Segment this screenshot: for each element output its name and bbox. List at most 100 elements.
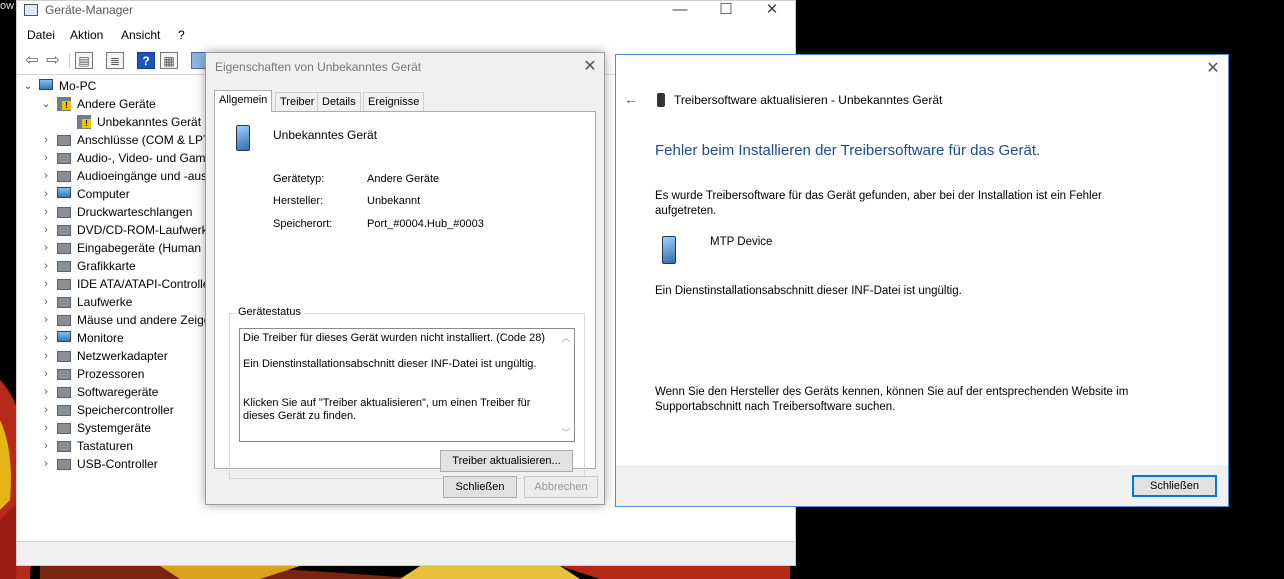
tree-row[interactable]: › Speichercontroller bbox=[41, 401, 217, 419]
chevron-right-icon[interactable]: › bbox=[41, 257, 51, 275]
chevron-right-icon[interactable]: › bbox=[41, 329, 51, 347]
device-manager-titlebar[interactable]: Geräte-Manager — ☐ ✕ bbox=[17, 1, 795, 23]
status-scrollbar[interactable]: ︿ ﹀ bbox=[559, 330, 573, 440]
scroll-down-icon[interactable]: ﹀ bbox=[559, 426, 573, 439]
display-adapter-icon bbox=[57, 261, 71, 272]
tree-row[interactable]: › Anschlüsse (COM & LPT) bbox=[41, 131, 217, 149]
update-driver-button[interactable]: Treiber aktualisieren... bbox=[440, 450, 573, 472]
forward-arrow-icon[interactable]: ⇨ bbox=[44, 52, 62, 69]
tree-row[interactable]: › Systemgeräte bbox=[41, 419, 217, 437]
tab-ereignisse[interactable]: Ereignisse bbox=[363, 92, 425, 111]
tree-row-label: Monitore bbox=[77, 331, 124, 345]
menu-ansicht[interactable]: Ansicht bbox=[121, 28, 160, 42]
scroll-up-icon[interactable]: ︿ bbox=[559, 331, 573, 344]
chevron-right-icon[interactable]: › bbox=[41, 185, 51, 203]
properties-close-icon[interactable]: ✕ bbox=[580, 57, 600, 77]
details-view-icon[interactable]: ▦ bbox=[160, 52, 178, 69]
tree-row[interactable]: › Audio-, Video- und Gamecontroller bbox=[41, 149, 217, 167]
back-arrow-icon[interactable]: ← bbox=[624, 91, 638, 107]
chevron-right-icon[interactable]: › bbox=[41, 167, 51, 185]
menu-datei[interactable]: Datei bbox=[27, 28, 55, 42]
maximize-button[interactable]: ☐ bbox=[703, 1, 749, 21]
chevron-right-icon[interactable]: › bbox=[41, 149, 51, 167]
chevron-right-icon[interactable]: › bbox=[41, 437, 51, 455]
general-tab-panel: Unbekanntes Gerät Gerätetyp: Andere Gerä… bbox=[214, 111, 596, 479]
status-line-1: Die Treiber für dieses Gerät wurden nich… bbox=[243, 332, 546, 344]
printer-icon bbox=[57, 207, 71, 218]
tree-row[interactable]: › DVD/CD-ROM-Laufwerke bbox=[41, 221, 217, 239]
wizard-title: Treibersoftware aktualisieren - Unbekann… bbox=[674, 93, 943, 107]
wizard-close-button[interactable]: Schließen bbox=[1132, 475, 1217, 497]
device-status-text[interactable]: Die Treiber für dieses Gerät wurden nich… bbox=[239, 328, 575, 442]
chevron-right-icon[interactable]: › bbox=[41, 455, 51, 473]
tree-row[interactable]: › Mäuse und andere Zeigegeräte bbox=[41, 311, 217, 329]
tab-details[interactable]: Details bbox=[317, 92, 361, 111]
chevron-right-icon[interactable]: › bbox=[41, 365, 51, 383]
tab-allgemein[interactable]: Allgemein bbox=[214, 90, 273, 112]
tree-row-label: Eingabegeräte (Human Interface Devices) bbox=[77, 241, 217, 255]
mtp-device-name: MTP Device bbox=[710, 236, 773, 248]
minimize-button[interactable]: — bbox=[657, 1, 703, 21]
chevron-down-icon[interactable]: ⌄ bbox=[23, 77, 33, 95]
computer-icon bbox=[39, 79, 53, 90]
location-value: Port_#0004.Hub_#0003 bbox=[367, 218, 484, 230]
tree-row[interactable]: ⌄ Mo-PC bbox=[23, 77, 217, 95]
properties-dialog[interactable]: Eigenschaften von Unbekanntes Gerät ✕ Al… bbox=[205, 52, 605, 505]
tree-row[interactable]: › Audioeingänge und -ausgänge bbox=[41, 167, 217, 185]
chevron-right-icon[interactable]: › bbox=[41, 311, 51, 329]
back-arrow-icon[interactable]: ⇦ bbox=[23, 52, 41, 69]
tree-row[interactable]: › Monitore bbox=[41, 329, 217, 347]
close-window-button[interactable]: ✕ bbox=[749, 1, 795, 21]
chevron-down-icon[interactable]: ⌄ bbox=[41, 95, 51, 113]
menu-aktion[interactable]: Aktion bbox=[70, 28, 103, 42]
chevron-right-icon[interactable]: › bbox=[41, 239, 51, 257]
status-line-2: Ein Dienstinstallationsabschnitt dieser … bbox=[243, 358, 537, 370]
tree-row-label: Tastaturen bbox=[77, 439, 134, 453]
status-line-3: Klicken Sie auf "Treiber aktualisieren",… bbox=[243, 397, 531, 422]
tree-row[interactable]: › Prozessoren bbox=[41, 365, 217, 383]
chevron-right-icon[interactable]: › bbox=[41, 401, 51, 419]
tree-row[interactable]: › Computer bbox=[41, 185, 217, 203]
tree-row-label: Systemgeräte bbox=[77, 421, 152, 435]
phone-icon bbox=[657, 93, 665, 107]
tree-row[interactable]: ! Unbekanntes Gerät bbox=[61, 113, 217, 131]
tree-row-label: Laufwerke bbox=[77, 295, 133, 309]
help-icon[interactable]: ? bbox=[137, 52, 155, 69]
chevron-right-icon[interactable]: › bbox=[41, 275, 51, 293]
tree-row-label: USB-Controller bbox=[77, 457, 158, 471]
tree-row[interactable]: › Eingabegeräte (Human Interface Devices) bbox=[41, 239, 217, 257]
tree-row[interactable]: › Softwaregeräte bbox=[41, 383, 217, 401]
tree-row[interactable]: › IDE ATA/ATAPI-Controller bbox=[41, 275, 217, 293]
properties-cancel-button[interactable]: Abbrechen bbox=[524, 476, 598, 498]
chevron-right-icon[interactable]: › bbox=[41, 293, 51, 311]
menu-help[interactable]: ? bbox=[178, 28, 185, 42]
tab-treiber[interactable]: Treiber bbox=[275, 92, 320, 111]
tree-row[interactable]: › Grafikkarte bbox=[41, 257, 217, 275]
tree-row[interactable]: ⌄! Andere Geräte bbox=[41, 95, 217, 113]
device-type-label: Gerätetyp: bbox=[273, 173, 325, 185]
wizard-hint: Wenn Sie den Hersteller des Geräts kenne… bbox=[655, 386, 1129, 413]
tree-row[interactable]: › Netzwerkadapter bbox=[41, 347, 217, 365]
list-view-icon[interactable]: ≣ bbox=[106, 52, 124, 69]
tree-row-label: Prozessoren bbox=[77, 367, 145, 381]
tree-row-label: Computer bbox=[77, 187, 130, 201]
chevron-right-icon[interactable]: › bbox=[41, 419, 51, 437]
speaker-icon bbox=[57, 171, 71, 182]
wizard-close-icon[interactable]: ✕ bbox=[1203, 59, 1223, 79]
chevron-right-icon[interactable]: › bbox=[41, 131, 51, 149]
tree-row-label: Anschlüsse (COM & LPT) bbox=[77, 133, 215, 147]
tree-row[interactable]: › USB-Controller bbox=[41, 455, 217, 473]
device-name: Unbekanntes Gerät bbox=[273, 128, 378, 142]
chevron-right-icon[interactable]: › bbox=[41, 347, 51, 365]
tree-row[interactable]: › Tastaturen bbox=[41, 437, 217, 455]
chevron-right-icon[interactable]: › bbox=[41, 221, 51, 239]
chevron-right-icon[interactable]: › bbox=[41, 203, 51, 221]
chevron-right-icon[interactable]: › bbox=[41, 383, 51, 401]
driver-update-dialog[interactable]: ✕ ← Treibersoftware aktualisieren - Unbe… bbox=[615, 54, 1229, 507]
tree-row[interactable]: › Druckwarteschlangen bbox=[41, 203, 217, 221]
tree-row[interactable]: › Laufwerke bbox=[41, 293, 217, 311]
properties-view-icon[interactable]: ▤ bbox=[75, 52, 93, 69]
location-label: Speicherort: bbox=[273, 218, 333, 230]
usb-icon bbox=[57, 459, 71, 470]
properties-close-button[interactable]: Schließen bbox=[443, 476, 517, 498]
